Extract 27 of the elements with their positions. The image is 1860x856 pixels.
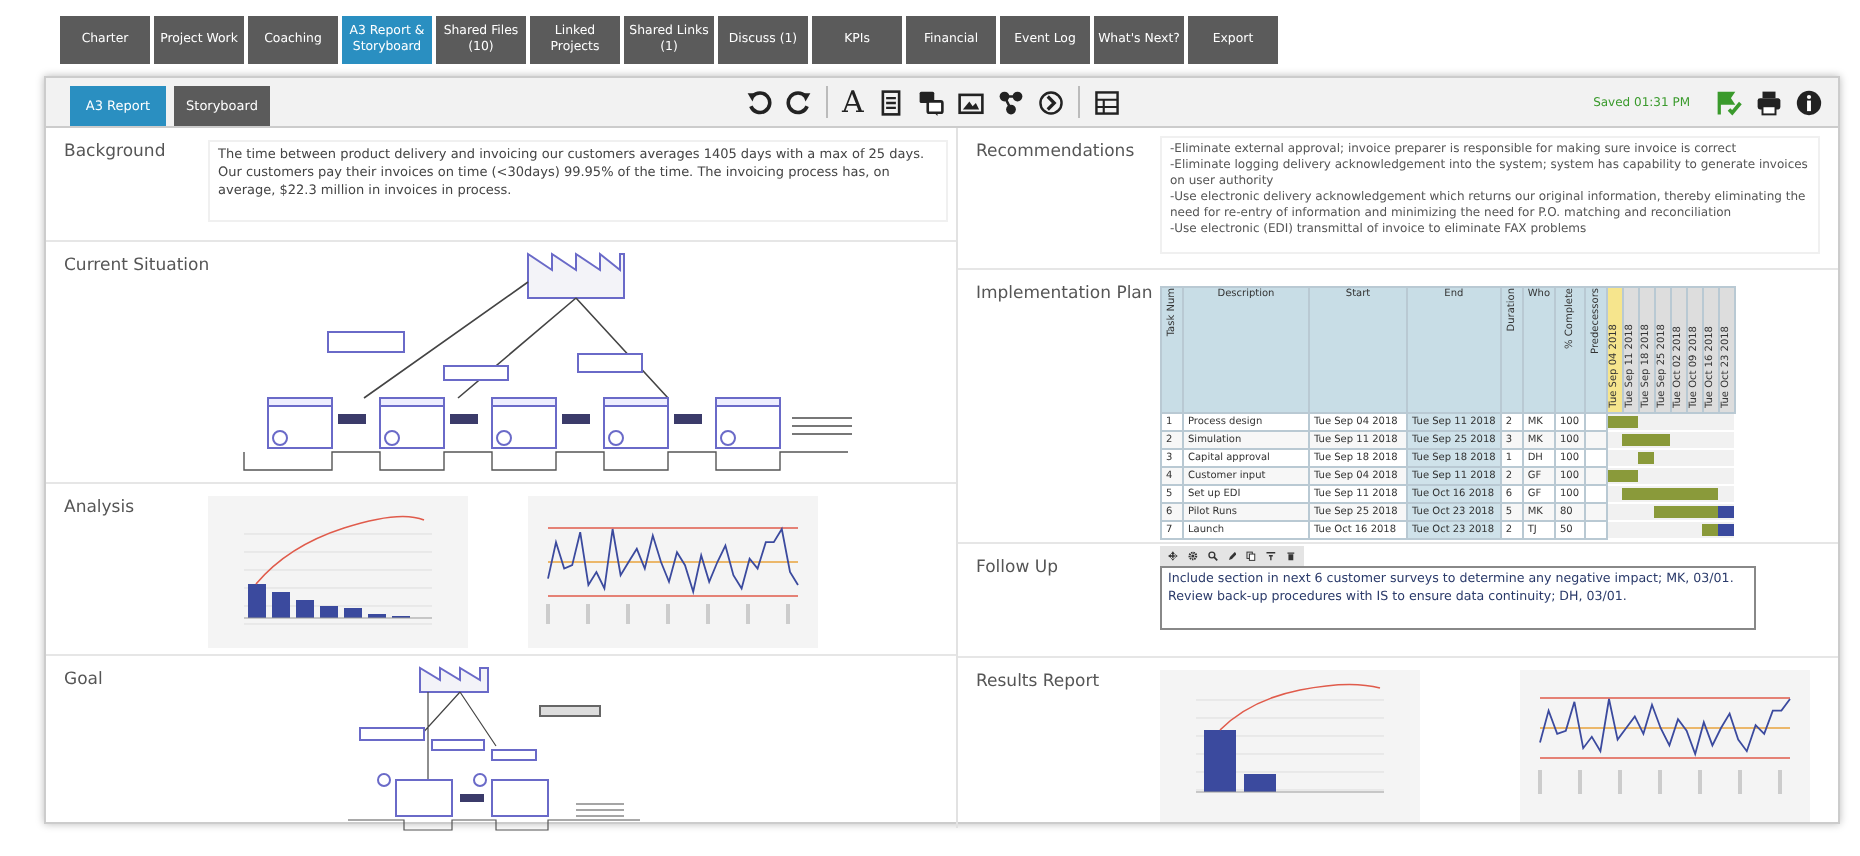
zoom-icon[interactable] — [1207, 550, 1218, 562]
info-icon[interactable] — [1796, 89, 1822, 115]
pencil-icon[interactable] — [1227, 550, 1237, 562]
section-heading: Results Report — [974, 670, 1102, 696]
image-icon[interactable] — [957, 89, 984, 115]
section-heading: Recommendations — [974, 140, 1137, 166]
section-heading: Analysis — [62, 496, 137, 522]
trash-icon[interactable] — [1286, 550, 1297, 562]
table-icon[interactable] — [1093, 89, 1120, 115]
flag-check-icon[interactable] — [1716, 89, 1742, 115]
filter-icon[interactable] — [1266, 550, 1277, 562]
settings-icon[interactable] — [1187, 550, 1198, 562]
section-heading: Implementation Plan — [974, 282, 1155, 308]
section-heading: Background — [62, 140, 168, 166]
move-icon[interactable] — [1168, 550, 1178, 562]
print-icon[interactable] — [1756, 89, 1782, 115]
arrow-circle-icon[interactable] — [1037, 89, 1064, 115]
section-heading: Current Situation — [62, 254, 208, 280]
comment-icon[interactable] — [917, 89, 944, 115]
document-icon[interactable] — [877, 89, 904, 115]
section-heading: Goal — [62, 668, 105, 694]
text-tool-button[interactable]: A — [842, 87, 864, 117]
redo-icon[interactable] — [786, 89, 812, 115]
undo-icon[interactable] — [746, 89, 772, 115]
section-heading: Follow Up — [974, 556, 1060, 582]
nodes-icon[interactable] — [997, 89, 1024, 115]
copy-icon[interactable] — [1246, 550, 1257, 562]
